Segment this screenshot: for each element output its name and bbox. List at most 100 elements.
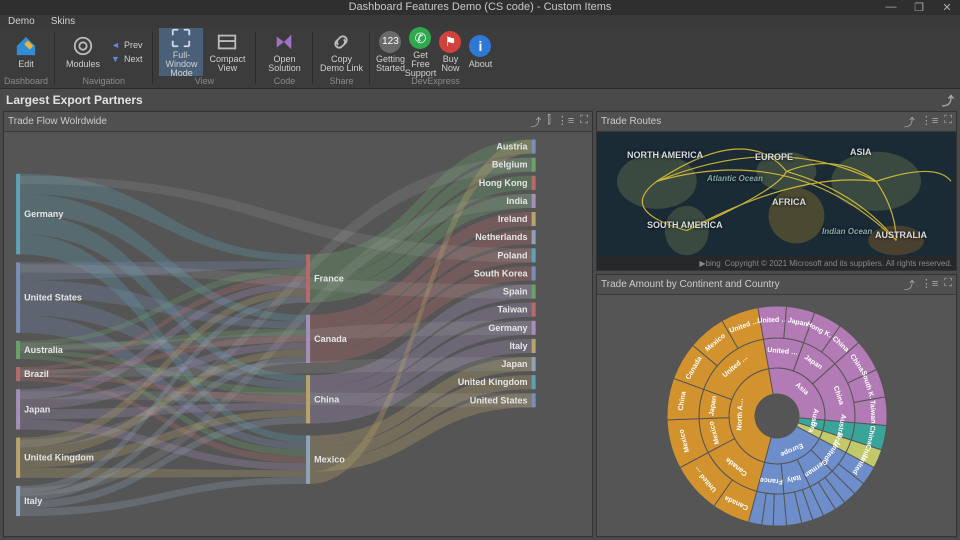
copylink-label: Copy Demo Link: [319, 55, 363, 73]
opensolution-button[interactable]: Open Solution: [262, 28, 306, 76]
svg-text:North A…: North A…: [736, 398, 744, 431]
svg-text:South Korea: South Korea: [474, 269, 529, 279]
triangle-left-icon: ◄: [111, 40, 120, 50]
group-dx-label: DevExpress: [411, 76, 460, 88]
svg-text:Germany: Germany: [488, 323, 527, 333]
cart-icon: ⚑: [439, 31, 461, 53]
svg-text:Brazil: Brazil: [24, 369, 49, 379]
bing-icon: ▶bing: [699, 259, 720, 268]
getfree-button[interactable]: ✆Get Free Support: [406, 28, 434, 76]
svg-text:Spain: Spain: [503, 287, 528, 297]
compact-icon: [216, 31, 238, 53]
svg-text:Taiwan: Taiwan: [498, 305, 528, 315]
svg-text:Australia: Australia: [24, 345, 64, 355]
svg-text:Poland: Poland: [497, 251, 527, 261]
nav-prev-button[interactable]: ◄Prev: [107, 39, 146, 51]
svg-text:Hong Kong: Hong Kong: [479, 178, 528, 188]
sunburst-chart[interactable]: North A…AsiaAustraliaBrazilEuropeCanadaM…: [662, 301, 892, 531]
map-label-atl: Atlantic Ocean: [707, 174, 763, 183]
page-title: Largest Export Partners: [6, 93, 143, 107]
window-titlebar: Dashboard Features Demo (CS code) - Cust…: [0, 0, 960, 15]
menu-demo[interactable]: Demo: [0, 16, 43, 27]
svg-text:Ireland: Ireland: [498, 214, 528, 224]
visualstudio-icon: [273, 31, 295, 53]
sunburst-title: Trade Amount by Continent and Country: [601, 279, 780, 290]
compactview-button[interactable]: Compact View: [205, 28, 249, 76]
map-label-au: AUSTRALIA: [875, 230, 927, 240]
svg-text:Belgium: Belgium: [492, 160, 528, 170]
group-share-label: Share: [329, 76, 353, 88]
map-max-icon[interactable]: ⛶: [944, 114, 952, 130]
menubar: Demo Skins: [0, 15, 960, 28]
pencil-icon: [15, 35, 37, 57]
svg-text:Japan: Japan: [24, 405, 50, 415]
map-label-ind: Indian Ocean: [822, 227, 872, 236]
sankey-title: Trade Flow Wolrdwide: [8, 116, 107, 127]
svg-text:Italy: Italy: [24, 496, 42, 506]
window-title: Dashboard Features Demo (CS code) - Cust…: [349, 1, 612, 13]
svg-text:Italy: Italy: [509, 341, 527, 351]
svg-text:Germany: Germany: [24, 209, 63, 219]
svg-text:Japan: Japan: [501, 359, 527, 369]
page-export-icon[interactable]: ⤴: [942, 92, 954, 109]
group-code-label: Code: [274, 76, 296, 88]
map-title: Trade Routes: [601, 116, 661, 127]
ribbon: Edit Dashboard Modules ◄Prev ▼Next Navig…: [0, 28, 960, 89]
target-icon: [72, 35, 94, 57]
sankey-chart[interactable]: Germany United States Australia Brazil Japan…: [4, 132, 592, 536]
svg-text:United States: United States: [470, 396, 528, 406]
svg-text:United States: United States: [24, 293, 82, 303]
window-maximize-button[interactable]: ❐: [910, 1, 928, 14]
fullwindow-button[interactable]: Full-Window Mode: [159, 28, 203, 76]
sunburst-panel: Trade Amount by Continent and Country ⤴ …: [596, 274, 957, 537]
group-nav-label: Navigation: [82, 76, 125, 88]
triangle-right-icon: ▼: [111, 54, 120, 64]
sunburst-drill-icon[interactable]: ⋮≡: [921, 277, 938, 293]
map-label-na: NORTH AMERICA: [627, 150, 703, 160]
svg-text:United Kingdom: United Kingdom: [24, 453, 94, 463]
nav-next-button[interactable]: ▼Next: [107, 53, 146, 65]
map-label-eu: EUROPE: [755, 152, 793, 162]
buynow-button[interactable]: ⚑Buy Now: [436, 28, 464, 76]
map-attribution: ▶bing Copyright © 2021 Microsoft and its…: [597, 256, 956, 270]
map-panel: Trade Routes ⤴ ⋮≡ ⛶: [596, 111, 957, 271]
sankey-max-icon[interactable]: ⛶: [580, 114, 588, 130]
edit-label: Edit: [18, 59, 34, 69]
menu-skins[interactable]: Skins: [43, 16, 83, 27]
map-label-as: ASIA: [850, 147, 872, 157]
support-icon: ✆: [409, 27, 431, 49]
svg-text:United Kingdom: United Kingdom: [458, 377, 528, 387]
group-view-label: View: [195, 76, 214, 88]
sankey-panel: Trade Flow Wolrdwide ⤴ ⫿ ⋮≡ ⛶ Germany Uni…: [3, 111, 593, 537]
sankey-drill-icon[interactable]: ⋮≡: [557, 114, 574, 130]
map-chart[interactable]: NORTH AMERICA SOUTH AMERICA EUROPE AFRIC…: [597, 132, 956, 270]
svg-text:United …: United …: [757, 316, 788, 324]
sunburst-max-icon[interactable]: ⛶: [944, 277, 952, 293]
svg-text:Canada: Canada: [314, 334, 348, 344]
getstarted-button[interactable]: 123Getting Started: [376, 28, 404, 76]
about-button[interactable]: iAbout: [466, 28, 494, 76]
svg-text:Mexico: Mexico: [314, 455, 345, 465]
window-close-button[interactable]: ✕: [938, 1, 956, 14]
group-dashboard-label: Dashboard: [4, 76, 48, 88]
map-export-icon[interactable]: ⤴: [904, 114, 915, 130]
svg-text:India: India: [506, 196, 528, 206]
map-label-sa: SOUTH AMERICA: [647, 220, 723, 230]
modules-button[interactable]: Modules: [61, 28, 105, 76]
svg-text:Netherlands: Netherlands: [475, 233, 527, 243]
page-header: Largest Export Partners ⤴: [0, 89, 960, 111]
opensolution-label: Open Solution: [262, 55, 306, 73]
sankey-filter-icon[interactable]: ⫿: [547, 114, 551, 130]
map-drill-icon[interactable]: ⋮≡: [921, 114, 938, 130]
sunburst-export-icon[interactable]: ⤴: [904, 277, 915, 293]
edit-button[interactable]: Edit: [4, 28, 48, 76]
fullwindow-label: Full-Window Mode: [159, 51, 203, 78]
number-icon: 123: [379, 31, 401, 53]
map-label-af: AFRICA: [772, 197, 806, 207]
link-icon: [330, 31, 352, 53]
svg-text:Taiwan: Taiwan: [868, 400, 876, 424]
sankey-export-icon[interactable]: ⤴: [530, 114, 541, 130]
window-minimize-button[interactable]: —: [882, 1, 900, 14]
svg-text:France: France: [314, 274, 344, 284]
copylink-button[interactable]: Copy Demo Link: [319, 28, 363, 76]
